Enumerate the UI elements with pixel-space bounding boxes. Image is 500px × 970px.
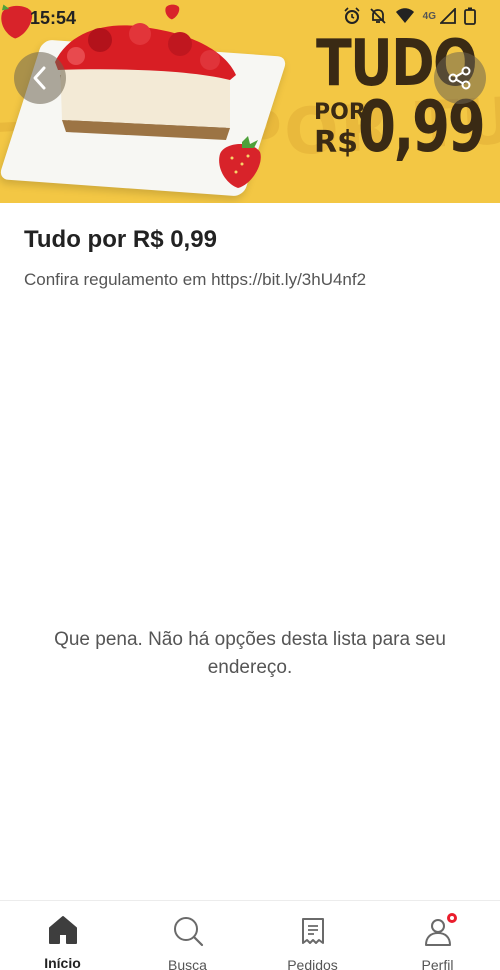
search-icon [171, 915, 205, 947]
cheesecake-image [55, 23, 236, 140]
chevron-left-icon [33, 66, 46, 90]
muted-bell-icon [370, 8, 386, 24]
nav-item-busca[interactable]: Busca [125, 901, 250, 970]
nav-item-pedidos[interactable]: Pedidos [250, 901, 375, 970]
orders-icon [296, 915, 330, 947]
nav-label: Perfil [421, 957, 454, 970]
wifi-icon [395, 8, 414, 23]
signal-icon [440, 8, 456, 24]
page-title: Tudo por R$ 0,99 [24, 226, 217, 253]
strawberry-image [219, 136, 261, 188]
back-button[interactable] [14, 52, 66, 104]
nav-label: Início [44, 955, 81, 970]
strawberry-image [165, 4, 180, 20]
status-icons: 4G [343, 7, 476, 25]
bottom-navigation: Início Busca Pedidos Perfil [0, 900, 500, 970]
battery-icon [464, 7, 476, 25]
nav-item-perfil[interactable]: Perfil [375, 901, 500, 970]
promo-banner: TUDO POR TUDO 15:54 [0, 0, 500, 203]
home-icon [46, 915, 80, 945]
nav-item-inicio[interactable]: Início [0, 901, 125, 970]
nav-label: Pedidos [287, 957, 338, 970]
notification-badge [444, 911, 459, 925]
promo-currency: R$ [314, 125, 358, 160]
share-button[interactable] [434, 52, 486, 104]
alarm-icon [344, 7, 360, 24]
empty-state-message: Que pena. Não há opções desta lista para… [54, 629, 446, 678]
network-type: 4G [422, 10, 436, 22]
profile-icon [421, 911, 459, 947]
regulation-link-text: Confira regulamento em https://bit.ly/3h… [24, 270, 367, 289]
status-time: 15:54 [30, 8, 77, 28]
nav-label: Busca [168, 957, 207, 970]
share-icon [448, 66, 471, 90]
